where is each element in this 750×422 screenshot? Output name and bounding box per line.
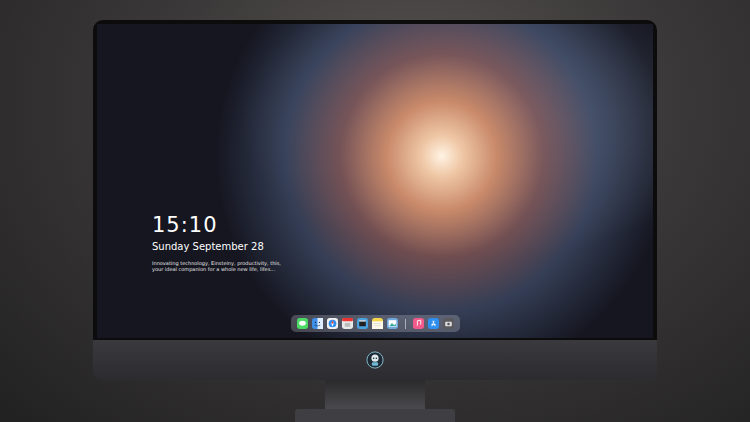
video-icon[interactable] [357, 318, 368, 329]
messages-icon[interactable] [297, 318, 308, 329]
tagline: Innovating technology, Einsteiny, produc… [152, 260, 653, 272]
camera-icon[interactable] [443, 318, 454, 329]
music-icon[interactable] [413, 318, 424, 329]
lock-screen: 15:10 Sunday September 28 Innovating techn… [97, 24, 653, 338]
dock-separator [405, 319, 406, 329]
dock [291, 315, 460, 332]
monitor: 15:10 Sunday September 28 Innovating techn… [93, 20, 657, 380]
finder-icon[interactable] [312, 318, 323, 329]
monitor-stand [325, 380, 425, 409]
monitor-bezel: 15:10 Sunday September 28 Innovating techn… [93, 20, 657, 340]
safari-icon[interactable] [327, 318, 338, 329]
lock-info: 15:10 Sunday September 28 Innovating techn… [152, 213, 653, 272]
robot-logo-icon [366, 351, 384, 369]
tagline-line: your ideal companion for a whole new lif… [152, 266, 653, 272]
tagline-line: Innovating technology, Einsteiny, produc… [152, 260, 653, 266]
photos-icon[interactable] [387, 318, 398, 329]
calendar-icon[interactable] [342, 318, 353, 329]
clock-date: Sunday September 28 [152, 240, 653, 254]
appstore-icon[interactable] [428, 318, 439, 329]
monitor-base [295, 409, 455, 422]
notes-icon[interactable] [372, 318, 383, 329]
monitor-chin [93, 340, 657, 380]
clock-time: 15:10 [152, 213, 653, 237]
desktop-background: 15:10 Sunday September 28 Innovating techn… [0, 0, 750, 422]
